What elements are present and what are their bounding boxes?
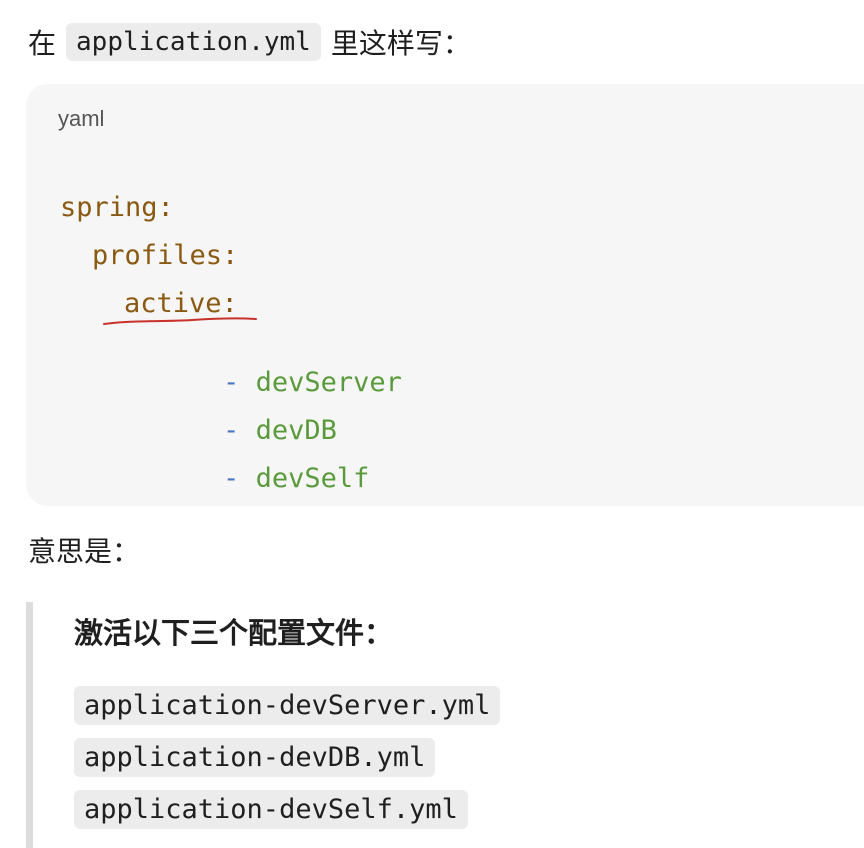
code-line-item-devself: - devSelf <box>158 432 369 525</box>
code-language-label: yaml <box>58 106 105 131</box>
inline-code-filename: application.yml <box>66 23 321 61</box>
file-chip-devdb: application-devDB.yml <box>74 738 436 777</box>
intro-suffix: 里这样写： <box>330 27 471 60</box>
list-value: devSelf <box>255 463 370 494</box>
file-chip-devself: application-devSelf.yml <box>74 790 468 829</box>
intro-sentence: 在 application.yml 里这样写： <box>28 20 471 64</box>
blockquote-bar <box>26 602 33 848</box>
code-line-spring: spring: <box>60 192 174 223</box>
meaning-label: 意思是： <box>28 535 141 568</box>
blockquote-title: 激活以下三个配置文件： <box>74 616 394 650</box>
code-block: yaml spring: profiles: active: - devServ… <box>26 84 864 506</box>
code-line-profiles: profiles: <box>92 240 239 271</box>
list-dash: - <box>223 463 240 494</box>
file-chip-devserver: application-devServer.yml <box>74 686 501 725</box>
handwritten-underline <box>103 317 257 325</box>
blockquote: 激活以下三个配置文件： application-devServer.yml ap… <box>26 602 864 848</box>
intro-prefix: 在 <box>28 27 57 60</box>
